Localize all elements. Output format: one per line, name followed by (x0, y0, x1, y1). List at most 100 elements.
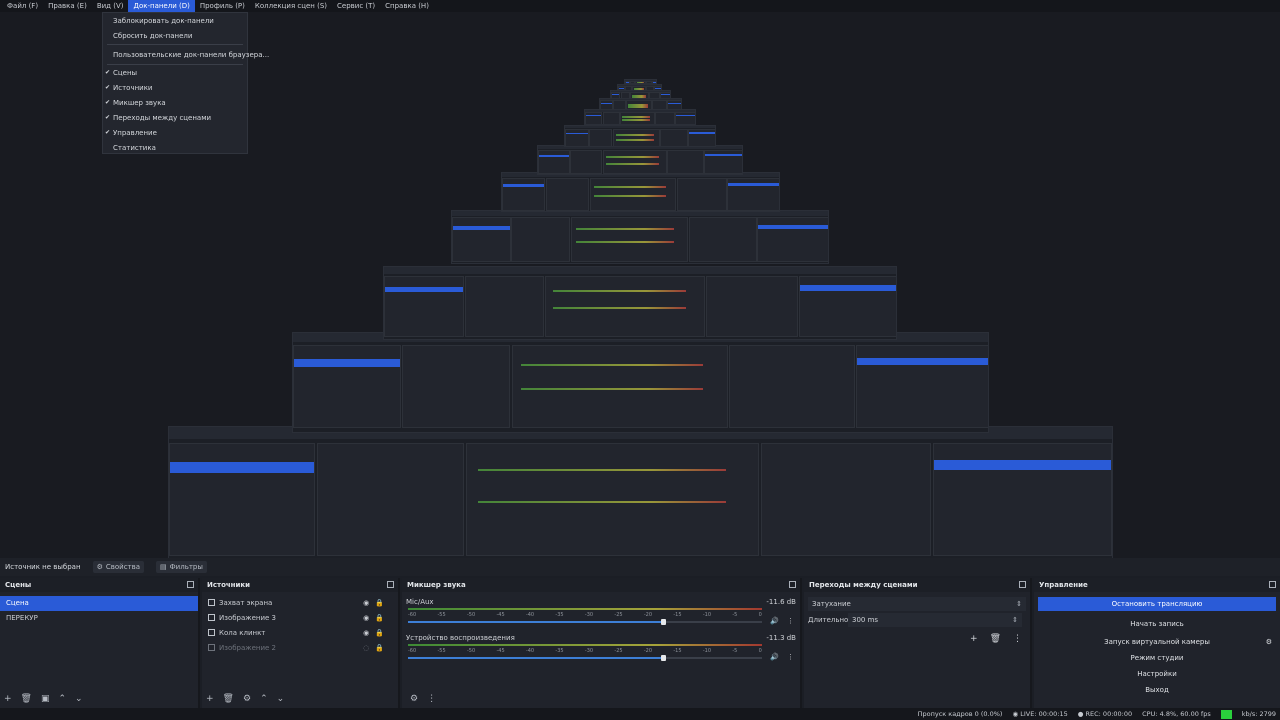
menu-toggle-label: Статистика (113, 144, 156, 152)
slider-knob[interactable] (660, 655, 666, 661)
menu-toggle-scenes[interactable]: ✔ Сцены (103, 67, 247, 79)
more-icon[interactable]: ⋮ (787, 617, 794, 625)
nested-preview-frame (451, 210, 829, 264)
nested-preview-frame (537, 145, 743, 175)
menu-file[interactable]: Файл (F) (2, 0, 43, 12)
undock-icon[interactable] (1019, 581, 1026, 588)
nested-dock (589, 177, 677, 211)
down-icon[interactable]: ⌄ (75, 694, 83, 704)
add-icon[interactable]: + (970, 634, 978, 644)
up-icon[interactable]: ⌃ (59, 694, 67, 704)
menu-toggle-mixer[interactable]: ✔ Микшер звука (103, 97, 247, 109)
filters-label: Фильтры (169, 563, 203, 571)
menu-toggle-label: Микшер звука (113, 99, 166, 107)
menu-docks[interactable]: Док-панели (D) (128, 0, 195, 12)
menu-custom-browser-docks[interactable]: Пользовательские док-панели браузера... (103, 49, 269, 61)
scene-item[interactable]: Сцена (0, 596, 198, 611)
nested-stop-stream-button (688, 132, 715, 134)
undock-icon[interactable] (1269, 581, 1276, 588)
exit-button[interactable]: Выход (1038, 683, 1276, 697)
eye-hidden-icon[interactable]: ◌ (363, 641, 369, 656)
menu-view[interactable]: Вид (V) (92, 0, 129, 12)
lock-icon[interactable]: 🔒 (375, 641, 384, 656)
menu-toggle-label: Источники (113, 84, 153, 92)
menu-help[interactable]: Справка (H) (380, 0, 434, 12)
menu-edit[interactable]: Правка (E) (43, 0, 92, 12)
nested-meter (622, 115, 651, 118)
studio-mode-button[interactable]: Режим студии (1038, 651, 1276, 665)
menu-toggle-controls[interactable]: ✔ Управление (103, 127, 247, 139)
nested-dock (613, 100, 626, 109)
speaker-icon[interactable]: 🔊 (770, 617, 779, 625)
properties-label: Свойства (105, 563, 141, 571)
undock-icon[interactable] (789, 581, 796, 588)
gear-icon[interactable]: ⚙ (243, 694, 251, 704)
duration-field[interactable]: 300 ms ⇕ (848, 613, 1022, 627)
speaker-icon[interactable]: 🔊 (770, 653, 779, 661)
nested-selected-scene (503, 184, 545, 187)
gear-icon[interactable]: ⚙ (1266, 635, 1272, 649)
source-item[interactable]: Захват экрана ◉ 🔒 (202, 596, 398, 611)
nested-dock (646, 85, 655, 90)
down-icon[interactable]: ⌄ (277, 694, 285, 704)
source-item[interactable]: Изображение 2 ◌ 🔒 (202, 641, 398, 656)
virtual-camera-button[interactable]: Запуск виртуальной камеры ⚙ (1038, 635, 1276, 649)
channel-db: -11.6 dB (766, 598, 796, 606)
eye-icon[interactable]: ◉ (363, 596, 369, 611)
lock-icon[interactable]: 🔒 (375, 596, 384, 611)
properties-button[interactable]: ⚙ Свойства (92, 561, 145, 573)
up-icon[interactable]: ⌃ (260, 694, 268, 704)
menubar: Файл (F) Правка (E) Вид (V) Док-панели (… (0, 0, 1280, 12)
volume-slider[interactable] (408, 655, 762, 661)
transitions-dock-header: Переходы между сценами (804, 578, 1030, 592)
slider-knob[interactable] (660, 619, 666, 625)
lock-icon[interactable]: 🔒 (375, 626, 384, 641)
config-icon[interactable]: ▣ (41, 694, 50, 704)
transition-type-select[interactable]: Затухание ⇕ (808, 597, 1026, 611)
gear-icon[interactable]: ⚙ (410, 694, 418, 704)
source-item[interactable]: Кола клинкт ◉ 🔒 (202, 626, 398, 641)
controls-dock: Управление Остановить трансляцию Начать … (1034, 578, 1280, 708)
undock-icon[interactable] (187, 581, 194, 588)
menu-lock-docks[interactable]: Заблокировать док-панели (103, 15, 247, 27)
volume-slider[interactable] (408, 619, 762, 625)
trash-icon[interactable]: 🗑 (21, 694, 32, 704)
sources-toolbar: + 🗑 ⚙ ⌃ ⌄ (206, 694, 284, 704)
menu-toggle-transitions[interactable]: ✔ Переходы между сценами (103, 112, 247, 124)
menu-toggle-sources[interactable]: ✔ Источники (103, 82, 247, 94)
eye-icon[interactable]: ◉ (363, 611, 369, 626)
tick-label: -10 (702, 612, 712, 618)
stop-stream-button[interactable]: Остановить трансляцию (1038, 597, 1276, 611)
nested-preview-frame (383, 266, 897, 340)
filters-button[interactable]: ▤ Фильтры (156, 561, 207, 573)
more-icon[interactable]: ⋮ (427, 694, 436, 704)
menu-reset-docks[interactable]: Сбросить док-панели (103, 30, 247, 42)
trash-icon[interactable]: 🗑 (990, 634, 1001, 644)
nested-meter (552, 290, 687, 293)
mixer-channel: Mic/Aux -11.6 dB -60 -55 -50 -45 -40 -35 -30 -2… (402, 598, 800, 632)
scenes-dock: Сцены Сцена ПЕРЕКУР + 🗑 ▣ ⌃ ⌄ (0, 578, 200, 708)
settings-button[interactable]: Настройки (1038, 667, 1276, 681)
more-icon[interactable]: ⋮ (787, 653, 794, 661)
start-record-button[interactable]: Начать запись (1038, 617, 1276, 631)
menu-tools[interactable]: Сервис (T) (332, 0, 380, 12)
source-item[interactable]: Изображение 3 ◉ 🔒 (202, 611, 398, 626)
source-label: Кола клинкт (219, 629, 266, 637)
eye-icon[interactable]: ◉ (363, 626, 369, 641)
channel-name: Mic/Aux (406, 598, 434, 606)
nested-meter (478, 469, 726, 472)
nested-stop-stream-button (857, 357, 988, 366)
scene-item[interactable]: ПЕРЕКУР (0, 611, 198, 626)
more-icon[interactable]: ⋮ (1013, 634, 1022, 644)
menu-profile[interactable]: Профиль (P) (195, 0, 250, 12)
add-icon[interactable]: + (4, 694, 12, 704)
lock-icon[interactable]: 🔒 (375, 611, 384, 626)
add-icon[interactable]: + (206, 694, 214, 704)
trash-icon[interactable]: 🗑 (223, 694, 234, 704)
undock-icon[interactable] (387, 581, 394, 588)
tick-label: -60 (408, 612, 417, 618)
menu-scene-collection[interactable]: Коллекция сцен (S) (250, 0, 332, 12)
tick-label: -20 (643, 648, 653, 654)
nested-stop-stream-button (800, 285, 896, 291)
menu-toggle-stats[interactable]: Статистика (103, 142, 247, 154)
